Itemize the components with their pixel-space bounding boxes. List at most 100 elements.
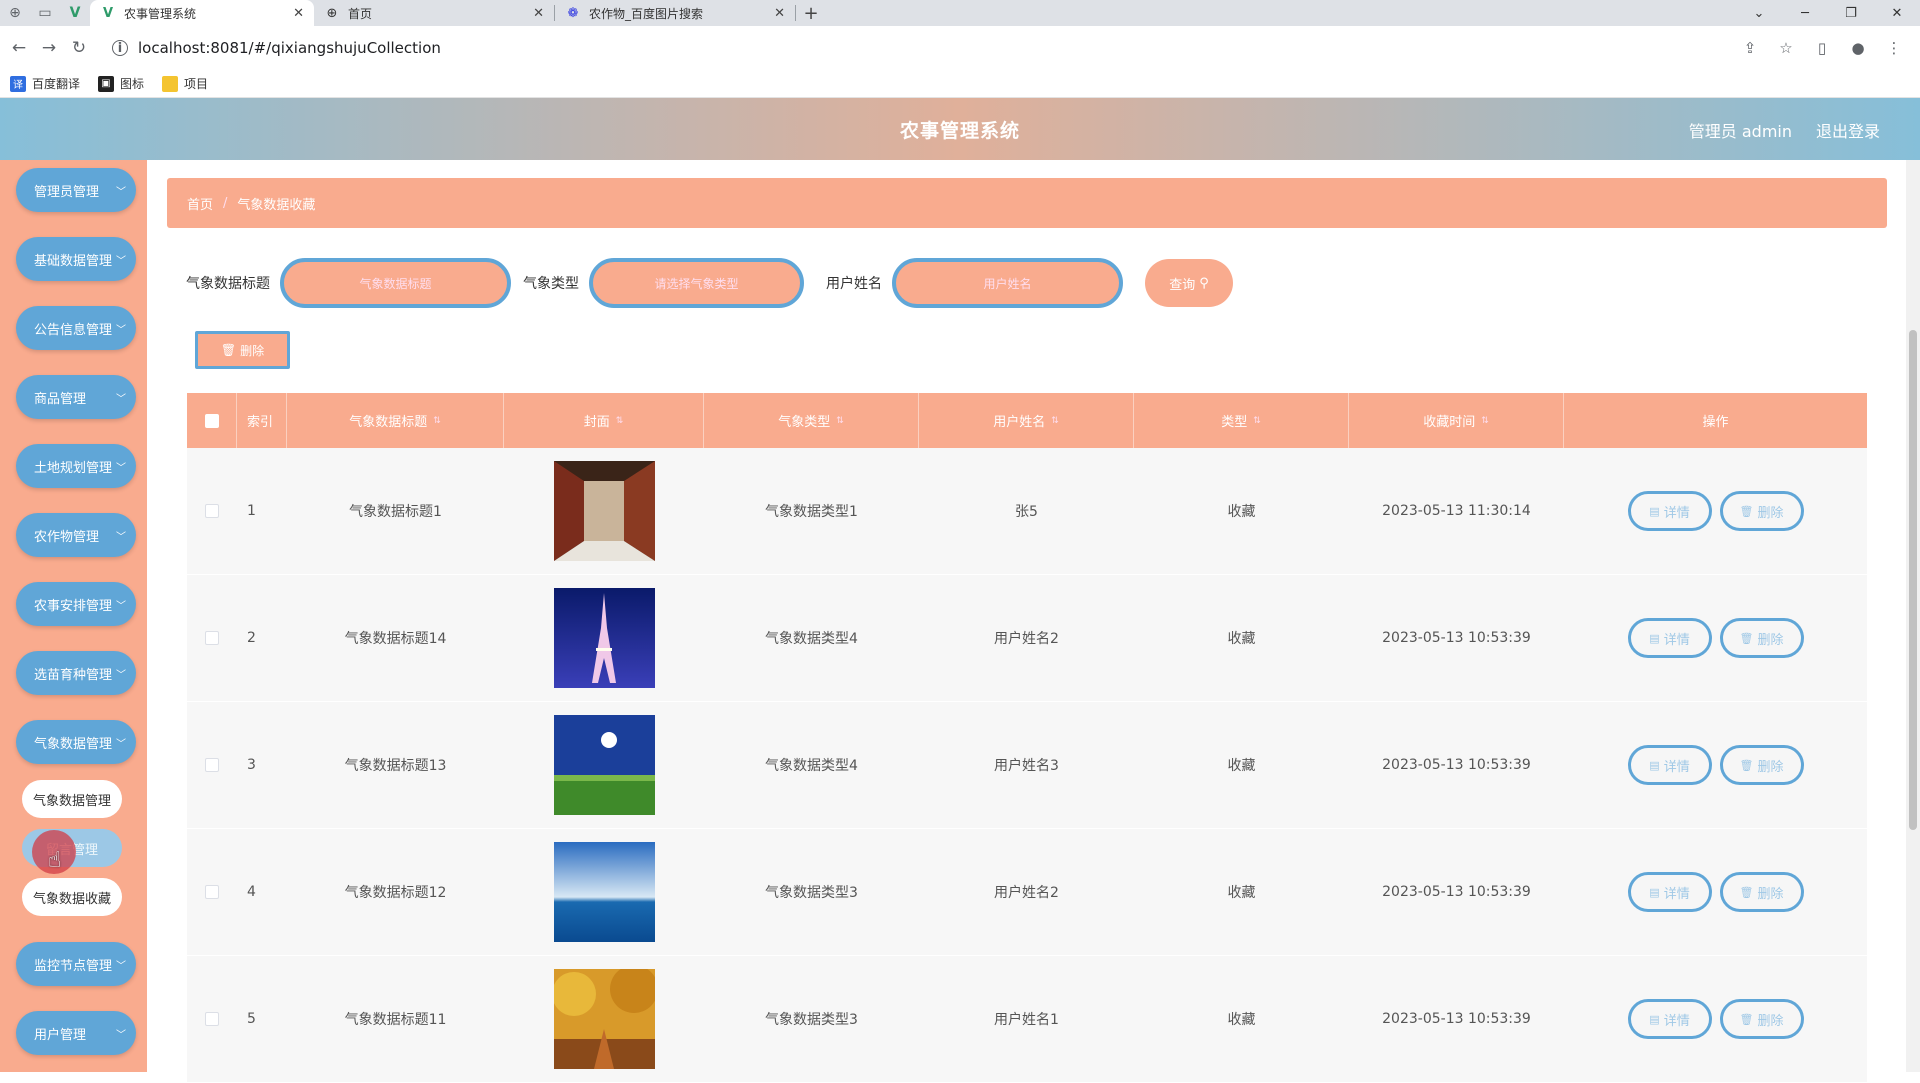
user-search-input[interactable]: 用户姓名: [892, 258, 1123, 308]
header-type[interactable]: 气象类型 ⇅: [704, 393, 919, 448]
row-kind: 收藏: [1227, 885, 1256, 901]
browser-tab-active[interactable]: V 农事管理系统 ✕: [90, 0, 314, 26]
detail-button[interactable]: ▤ 详情: [1627, 999, 1712, 1039]
bookmark-icons[interactable]: ▣ 图标: [98, 75, 144, 92]
row-type: 气象数据类型3: [765, 885, 858, 901]
row-title: 气象数据标题14: [344, 631, 447, 647]
browser-tab[interactable]: ❁ 农作物_百度图片搜索 ✕: [555, 0, 795, 26]
vue-icon[interactable]: V: [60, 0, 90, 26]
bulk-delete-button[interactable]: 🗑 删除: [195, 331, 290, 369]
blank-tab-icon[interactable]: ▭: [30, 0, 60, 26]
title-search-input[interactable]: 气象数据标题: [280, 258, 511, 308]
close-icon[interactable]: ✕: [774, 6, 785, 21]
app-title: 农事管理系统: [899, 120, 1020, 142]
collection-table: 索引 气象数据标题 ⇅ 封面 ⇅ 气象类型 ⇅ 用户姓名 ⇅ 类型 ⇅ 收藏时间 ⇅ 操作 …: [187, 393, 1867, 1083]
delete-button[interactable]: 🗑 删除: [1719, 745, 1804, 785]
sidebar-item-notice[interactable]: 公告信息管理 ﹀: [16, 306, 136, 350]
bookmark-project[interactable]: 项目: [162, 75, 208, 92]
close-icon[interactable]: ✕: [533, 6, 544, 21]
address-bar: ← → ↻ i localhost:8081/#/qixiangshujuCol…: [0, 26, 1920, 70]
table-row: 1 气象数据标题1 气象数据类型1 张5 收藏 2023-05-13 11:30…: [187, 448, 1867, 575]
menu-icon[interactable]: ⋮: [1876, 39, 1912, 57]
sort-icon[interactable]: ⇅: [1253, 416, 1261, 426]
header-user[interactable]: 用户姓名 ⇅: [919, 393, 1134, 448]
sidebar-item-users[interactable]: 用户管理 ﹀: [16, 1011, 136, 1055]
sort-icon[interactable]: ⇅: [616, 416, 624, 426]
sidebar-item-monitor[interactable]: 监控节点管理 ﹀: [16, 942, 136, 986]
sidebar-item-weather[interactable]: 气象数据管理 ﹀: [16, 720, 136, 764]
minimize-icon[interactable]: ─: [1782, 0, 1828, 26]
translate-icon: 译: [10, 75, 26, 92]
row-checkbox-cell: [187, 448, 237, 574]
folder-icon: [162, 75, 179, 92]
chevron-down-icon: ﹀: [116, 186, 126, 198]
sidebar-item-goods[interactable]: 商品管理 ﹀: [16, 375, 136, 419]
detail-button[interactable]: ▤ 详情: [1627, 745, 1712, 785]
back-icon[interactable]: ←: [4, 38, 34, 58]
row-index: 5: [247, 1011, 256, 1027]
url-field[interactable]: i localhost:8081/#/qixiangshujuCollectio…: [102, 32, 1732, 64]
header-time[interactable]: 收藏时间 ⇅: [1349, 393, 1564, 448]
detail-button[interactable]: ▤ 详情: [1627, 618, 1712, 658]
row-checkbox[interactable]: [205, 1012, 219, 1026]
close-window-icon[interactable]: ✕: [1874, 0, 1920, 26]
sidebar-item-base-data[interactable]: 基础数据管理 ﹀: [16, 237, 136, 281]
sort-icon[interactable]: ⇅: [433, 416, 441, 426]
detail-button[interactable]: ▤ 详情: [1627, 872, 1712, 912]
row-checkbox-cell: [187, 829, 237, 955]
globe-icon[interactable]: ⊕: [0, 0, 30, 26]
header-index: 索引: [237, 393, 287, 448]
detail-button[interactable]: ▤ 详情: [1627, 491, 1712, 531]
row-actions: ▤ 详情 🗑 删除: [1564, 448, 1867, 574]
row-checkbox[interactable]: [205, 758, 219, 772]
sidebar-item-admin[interactable]: 管理员管理 ﹀: [16, 168, 136, 212]
sidebar-item-land[interactable]: 土地规划管理 ﹀: [16, 444, 136, 488]
side-panel-icon[interactable]: ▯: [1804, 39, 1840, 57]
scrollbar-thumb[interactable]: [1909, 330, 1917, 830]
profile-icon[interactable]: ●: [1840, 39, 1876, 57]
header-kind[interactable]: 类型 ⇅: [1134, 393, 1349, 448]
logout-link[interactable]: 退出登录: [1816, 118, 1880, 142]
row-checkbox[interactable]: [205, 504, 219, 518]
cover-image-meadow: [553, 715, 655, 815]
sidebar-item-farm-schedule[interactable]: 农事安排管理 ﹀: [16, 582, 136, 626]
query-button[interactable]: 查询 ⚲: [1145, 259, 1233, 307]
select-all-checkbox[interactable]: [204, 413, 219, 428]
search-icon: ⚲: [1199, 275, 1209, 291]
sort-icon[interactable]: ⇅: [1481, 416, 1489, 426]
sort-icon[interactable]: ⇅: [1051, 416, 1059, 426]
breadcrumb-home[interactable]: 首页: [187, 194, 213, 213]
delete-button[interactable]: 🗑 删除: [1719, 999, 1804, 1039]
row-checkbox[interactable]: [205, 631, 219, 645]
delete-button[interactable]: 🗑 删除: [1719, 618, 1804, 658]
share-icon[interactable]: ⇪: [1732, 39, 1768, 57]
row-actions: ▤ 详情 🗑 删除: [1564, 956, 1867, 1082]
close-icon[interactable]: ✕: [293, 6, 304, 21]
sidebar-subitem-weather-manage[interactable]: 气象数据管理: [22, 780, 122, 818]
sort-icon[interactable]: ⇅: [836, 416, 844, 426]
delete-button[interactable]: 🗑 删除: [1719, 491, 1804, 531]
header-actions: 操作: [1702, 415, 1729, 430]
forward-icon[interactable]: →: [34, 38, 64, 58]
reload-icon[interactable]: ↻: [64, 38, 94, 58]
star-icon[interactable]: ☆: [1768, 39, 1804, 57]
page-scrollbar[interactable]: [1906, 160, 1920, 1072]
sidebar-subitem-weather-collection[interactable]: 气象数据收藏: [22, 878, 122, 916]
row-user: 用户姓名2: [994, 885, 1059, 901]
info-icon[interactable]: i: [112, 40, 128, 56]
browser-tab[interactable]: ⊕ 首页 ✕: [314, 0, 554, 26]
bookmark-baidu-translate[interactable]: 译 百度翻译: [10, 75, 80, 92]
type-select[interactable]: 请选择气象类型: [589, 258, 804, 308]
header-title[interactable]: 气象数据标题 ⇅: [287, 393, 504, 448]
chevron-down-icon: ﹀: [116, 738, 126, 750]
tab-search-icon[interactable]: ⌄: [1736, 0, 1782, 26]
restore-icon[interactable]: ❐: [1828, 0, 1874, 26]
sidebar-item-crop[interactable]: 农作物管理 ﹀: [16, 513, 136, 557]
delete-button[interactable]: 🗑 删除: [1719, 872, 1804, 912]
row-kind: 收藏: [1227, 504, 1256, 520]
new-tab-icon[interactable]: +: [796, 0, 826, 26]
row-checkbox[interactable]: [205, 885, 219, 899]
document-icon: ▤: [1649, 504, 1660, 518]
header-cover[interactable]: 封面 ⇅: [504, 393, 704, 448]
sidebar-item-seedling[interactable]: 选苗育种管理 ﹀: [16, 651, 136, 695]
